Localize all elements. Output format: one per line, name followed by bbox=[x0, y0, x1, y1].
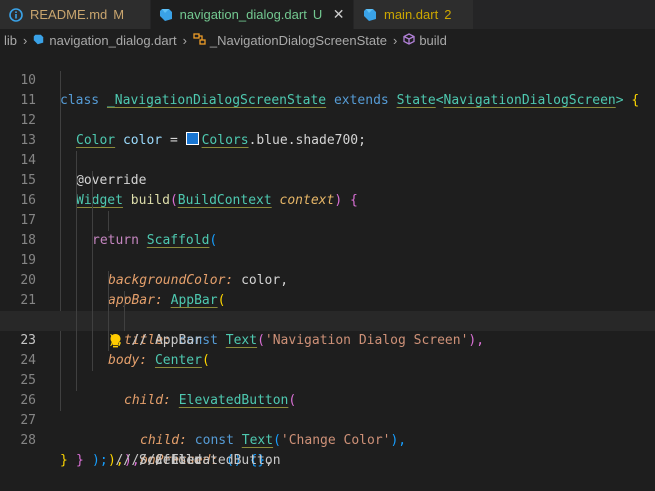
info-icon bbox=[8, 7, 24, 23]
tab-navigation-dialog[interactable]: navigation_dialog.dart U ✕ bbox=[151, 0, 354, 29]
code-line: 21 child: ElevatedButton( bbox=[0, 271, 655, 408]
line-number: 28 bbox=[20, 433, 36, 448]
indent-guide bbox=[60, 151, 61, 171]
code-line: 27 } bbox=[0, 391, 655, 468]
indent-guide bbox=[60, 211, 61, 231]
code-line: 10 class _NavigationDialogScreenState ex… bbox=[0, 51, 655, 108]
breadcrumb-item-method[interactable]: build bbox=[419, 33, 446, 48]
dart-icon bbox=[362, 7, 378, 23]
dart-icon bbox=[159, 7, 174, 23]
indent-guide bbox=[60, 91, 61, 111]
indent-guide bbox=[60, 231, 61, 251]
chevron-right-icon: › bbox=[23, 32, 28, 48]
code-line: 20 body: Center( bbox=[0, 251, 655, 368]
indent-guide bbox=[124, 311, 125, 331]
indent-guide bbox=[92, 271, 93, 291]
indent-guide bbox=[60, 271, 61, 291]
tab-label: main.dart bbox=[384, 7, 439, 22]
indent-guide bbox=[92, 331, 93, 351]
indent-guide bbox=[76, 171, 77, 191]
indent-guide bbox=[108, 331, 109, 351]
code-line: 22 child: const Text('Change Color'), bbox=[0, 291, 655, 448]
indent-guide bbox=[76, 271, 77, 291]
code-line: 13 @override bbox=[0, 111, 655, 188]
indent-guide bbox=[76, 371, 77, 391]
indent-guide bbox=[108, 311, 109, 331]
code-editor[interactable]: 10 class _NavigationDialogScreenState ex… bbox=[0, 51, 655, 468]
problems-count-badge: 2 bbox=[444, 7, 452, 22]
indent-guide bbox=[92, 311, 93, 331]
code-line: 12 bbox=[0, 91, 655, 128]
indent-guide bbox=[60, 111, 61, 131]
indent-guide bbox=[76, 351, 77, 371]
indent-guide bbox=[92, 251, 93, 271]
indent-guide bbox=[108, 291, 109, 311]
class-icon bbox=[193, 32, 206, 48]
chevron-right-icon: › bbox=[182, 32, 187, 48]
tab-main[interactable]: main.dart 2 bbox=[354, 0, 474, 29]
indent-guide bbox=[92, 351, 93, 371]
breadcrumb-item-lib[interactable]: lib bbox=[4, 33, 17, 48]
code-line: 25 ), // Center bbox=[0, 351, 655, 468]
indent-guide bbox=[92, 291, 93, 311]
code-line-current: 23 onPressed: () {}, bbox=[0, 311, 655, 468]
indent-guide bbox=[92, 231, 93, 251]
breadcrumb-item-class[interactable]: _NavigationDialogScreenState bbox=[210, 33, 387, 48]
indent-guide bbox=[60, 291, 61, 311]
indent-guide bbox=[76, 331, 77, 351]
indent-guide bbox=[60, 71, 61, 91]
git-status-badge: U bbox=[312, 7, 323, 22]
code-line: 15 return Scaffold( bbox=[0, 151, 655, 248]
indent-guide bbox=[60, 351, 61, 371]
breadcrumb-item-file[interactable]: navigation_dialog.dart bbox=[49, 33, 176, 48]
indent-guide bbox=[124, 291, 125, 311]
code-line: 17 appBar: AppBar( bbox=[0, 191, 655, 308]
code-line: 26 ); // Scaffold bbox=[0, 371, 655, 468]
editor-tab-bar: README.md M navigation_dialog.dart U ✕ m… bbox=[0, 0, 655, 29]
code-text: ); // Scaffold bbox=[92, 453, 202, 468]
code-line: 14 Widget build(BuildContext context) { bbox=[0, 131, 655, 208]
method-icon bbox=[403, 32, 415, 48]
code-text: } bbox=[76, 453, 84, 468]
indent-guide bbox=[92, 211, 93, 231]
code-line: 16 backgroundColor: color, bbox=[0, 171, 655, 288]
indent-guide bbox=[76, 311, 77, 331]
code-line: 24 ), // ElevatedButton bbox=[0, 331, 655, 468]
dart-file-icon bbox=[33, 33, 44, 48]
indent-guide bbox=[60, 191, 61, 211]
code-text: } bbox=[60, 453, 68, 468]
indent-guide bbox=[108, 211, 109, 231]
breadcrumb: lib › navigation_dialog.dart › _Navigati… bbox=[0, 29, 655, 51]
chevron-right-icon: › bbox=[392, 32, 398, 48]
tab-label: navigation_dialog.dart bbox=[179, 7, 307, 22]
indent-guide bbox=[76, 251, 77, 271]
indent-guide bbox=[76, 291, 77, 311]
indent-guide bbox=[76, 211, 77, 231]
tab-label: README.md bbox=[30, 7, 108, 22]
indent-guide bbox=[60, 391, 61, 411]
indent-guide bbox=[76, 191, 77, 211]
code-line: 19 ), // AppBar bbox=[0, 231, 655, 348]
code-line: 11 Color color = Colors.blue.shade700; bbox=[0, 71, 655, 148]
indent-guide bbox=[76, 231, 77, 251]
indent-guide bbox=[108, 271, 109, 291]
indent-guide bbox=[60, 251, 61, 271]
git-status-badge: M bbox=[113, 7, 125, 22]
code-line: 18 title: const Text('Navigation Dialog … bbox=[0, 211, 655, 348]
indent-guide bbox=[92, 191, 93, 211]
indent-guide bbox=[92, 171, 93, 191]
indent-guide bbox=[60, 131, 61, 151]
code-line: 28 } bbox=[0, 411, 655, 468]
tab-readme[interactable]: README.md M bbox=[0, 0, 151, 29]
indent-guide bbox=[76, 151, 77, 171]
close-icon[interactable]: ✕ bbox=[332, 6, 345, 23]
code-text: child: const Text('Change Color'), bbox=[140, 433, 407, 448]
indent-guide bbox=[60, 331, 61, 351]
indent-guide bbox=[60, 371, 61, 391]
indent-guide bbox=[60, 171, 61, 191]
